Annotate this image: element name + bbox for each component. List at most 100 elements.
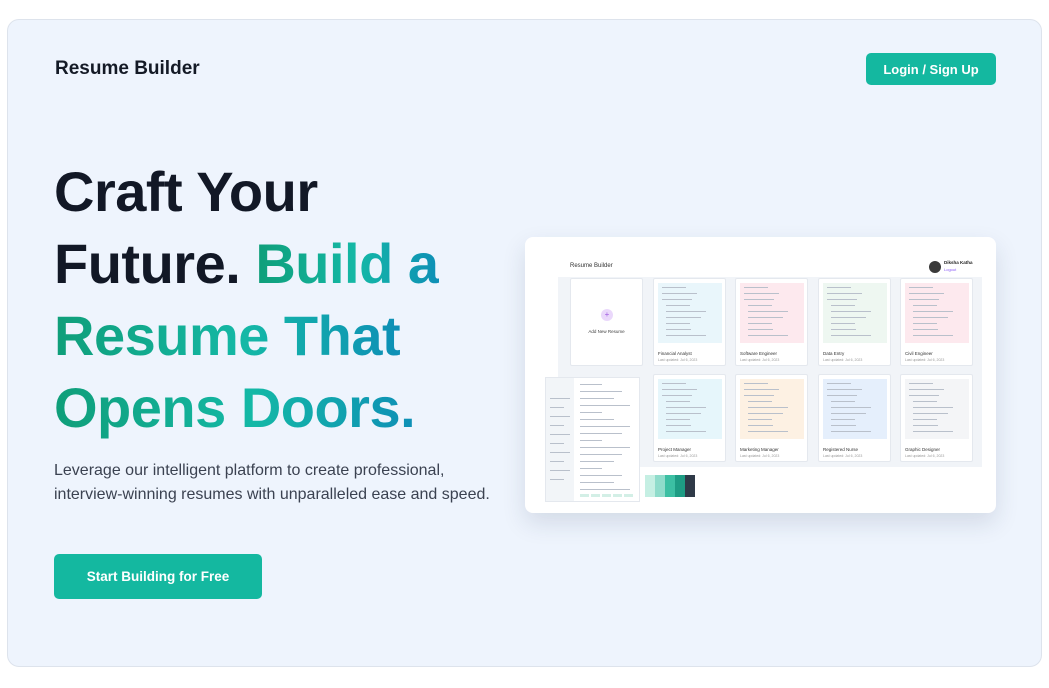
thumbnail-text-line (913, 311, 953, 313)
detail-sidebar-line (550, 398, 570, 399)
detail-text-line (580, 461, 614, 462)
avatar (929, 261, 941, 273)
headline-line-2-dark: Future. (54, 232, 241, 295)
headline-line-3: Resume That (54, 304, 401, 367)
resume-card-date: Last updated: Jul 6, 2023 (658, 358, 698, 362)
thumbnail-text-line (827, 293, 862, 295)
resume-card: Data Entry Last updated: Jul 6, 2023 (818, 278, 891, 366)
thumbnail-text-line (831, 431, 871, 433)
color-swatch (645, 475, 655, 497)
thumbnail-text-line (831, 329, 856, 331)
resume-card-date: Last updated: Jul 6, 2023 (905, 358, 945, 362)
thumbnail-text-line (744, 299, 774, 301)
thumbnail-text-line (827, 395, 857, 397)
resume-thumbnail (905, 283, 969, 343)
detail-text-line (580, 412, 602, 413)
resume-detail-panel (545, 377, 640, 502)
detail-sidebar-line (550, 470, 570, 471)
thumbnail-text-line (662, 287, 686, 289)
detail-sidebar-line (550, 425, 564, 426)
thumbnail-text-line (748, 419, 772, 421)
thumbnail-text-line (909, 299, 939, 301)
login-signup-button[interactable]: Login / Sign Up (866, 53, 996, 85)
thumbnail-text-line (748, 311, 788, 313)
thumbnail-text-line (744, 383, 768, 385)
add-resume-card: + Add New Resume (570, 278, 643, 366)
resume-card: Project Manager Last updated: Jul 6, 2023 (653, 374, 726, 462)
detail-text-line (580, 391, 622, 392)
thumbnail-text-line (827, 299, 857, 301)
skill-chip (624, 494, 633, 497)
thumbnail-text-line (666, 311, 706, 313)
thumbnail-text-line (913, 401, 937, 403)
detail-sidebar-line (550, 452, 570, 453)
thumbnail-text-line (913, 335, 953, 337)
start-building-button[interactable]: Start Building for Free (54, 554, 262, 599)
detail-text-line (580, 426, 630, 427)
resume-card-date: Last updated: Jul 6, 2023 (823, 358, 863, 362)
brand-logo[interactable]: Resume Builder (55, 58, 200, 80)
thumbnail-text-line (831, 425, 856, 427)
thumbnail-text-line (831, 413, 866, 415)
thumbnail-text-line (831, 401, 855, 403)
thumbnail-text-line (666, 425, 691, 427)
resume-card-date: Last updated: Jul 6, 2023 (823, 454, 863, 458)
thumbnail-text-line (666, 323, 690, 325)
color-swatch (655, 475, 665, 497)
thumbnail-text-line (831, 305, 855, 307)
resume-thumbnail (823, 379, 887, 439)
thumbnail-text-line (831, 335, 871, 337)
detail-text-line (580, 454, 622, 455)
skill-chip (613, 494, 622, 497)
resume-card-title: Graphic Designer (905, 447, 941, 452)
color-swatch (675, 475, 685, 497)
thumbnail-text-line (913, 323, 937, 325)
thumbnail-text-line (909, 287, 933, 289)
thumbnail-text-line (748, 401, 772, 403)
detail-text-line (580, 405, 630, 406)
thumbnail-text-line (666, 305, 690, 307)
thumbnail-text-line (909, 389, 944, 391)
resume-card-date: Last updated: Jul 6, 2023 (740, 358, 780, 362)
thumbnail-text-line (748, 425, 773, 427)
thumbnail-text-line (913, 317, 948, 319)
detail-sidebar-line (550, 461, 564, 462)
thumbnail-text-line (748, 335, 788, 337)
thumbnail-text-line (913, 419, 937, 421)
detail-text-line (580, 433, 622, 434)
resume-card-title: Software Engineer (740, 351, 778, 356)
thumbnail-text-line (827, 389, 862, 391)
resume-thumbnail (905, 379, 969, 439)
detail-sidebar-line (550, 407, 564, 408)
thumbnail-text-line (748, 407, 788, 409)
detail-text-line (580, 482, 614, 483)
resume-card-title: Financial Analyst (658, 351, 692, 356)
thumbnail-text-line (744, 389, 779, 391)
thumbnail-text-line (744, 293, 779, 295)
thumbnail-text-line (748, 317, 783, 319)
detail-text-line (580, 475, 622, 476)
preview-brand: Resume Builder (570, 263, 613, 269)
thumbnail-text-line (748, 305, 772, 307)
thumbnail-text-line (744, 287, 768, 289)
thumbnail-text-line (666, 329, 691, 331)
color-swatch (685, 475, 695, 497)
plus-icon: + (601, 309, 613, 321)
resume-card-title: Marketing Manager (740, 447, 779, 452)
resume-card-date: Last updated: Jul 6, 2023 (905, 454, 945, 458)
thumbnail-text-line (748, 431, 788, 433)
hero-section: Resume Builder Login / Sign Up Craft You… (7, 19, 1042, 667)
detail-sidebar-line (550, 443, 564, 444)
resume-thumbnail (823, 283, 887, 343)
skill-chip (580, 494, 589, 497)
detail-text-line (580, 447, 630, 448)
resume-thumbnail (740, 379, 804, 439)
thumbnail-text-line (662, 293, 697, 295)
thumbnail-text-line (913, 425, 938, 427)
detail-text-line (580, 398, 614, 399)
thumbnail-text-line (831, 323, 855, 325)
thumbnail-text-line (662, 383, 686, 385)
resume-card: Civil Engineer Last updated: Jul 6, 2023 (900, 278, 973, 366)
hero-headline: Craft Your Future. Build a Resume That Open… (54, 156, 524, 444)
resume-card: Financial Analyst Last updated: Jul 6, 20… (653, 278, 726, 366)
